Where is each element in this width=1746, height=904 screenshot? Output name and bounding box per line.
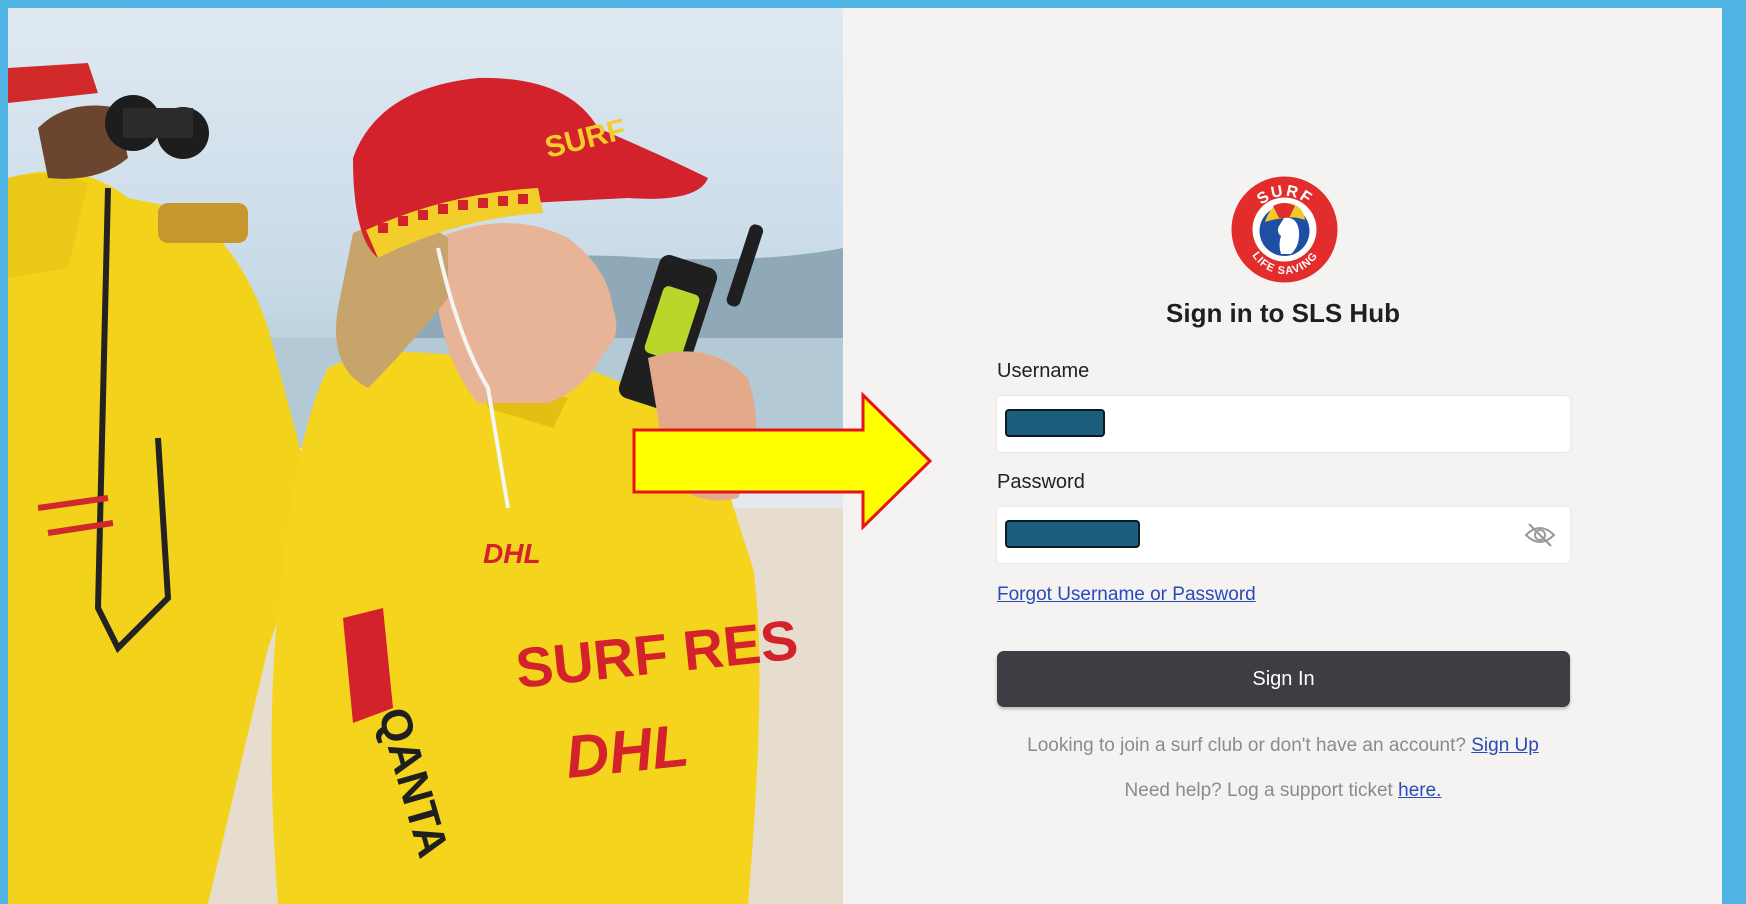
username-label: Username	[997, 360, 1090, 382]
password-label: Password	[997, 471, 1085, 493]
page-title: Sign in to SLS Hub	[1166, 298, 1400, 328]
password-redaction	[1005, 520, 1140, 548]
username-redaction	[1005, 409, 1105, 437]
login-panel	[843, 8, 1722, 904]
help-prompt-text: Need help? Log a support ticket	[1124, 780, 1393, 801]
chest-sponsor-text: DHL	[562, 711, 692, 791]
sign-up-link[interactable]: Sign Up	[1471, 735, 1539, 756]
forgot-credentials-link[interactable]: Forgot Username or Password	[997, 584, 1256, 606]
sign-in-button[interactable]: Sign In	[997, 651, 1570, 707]
join-prompt-text: Looking to join a surf club or don't hav…	[1027, 735, 1466, 756]
username-input[interactable]	[997, 396, 1570, 452]
eye-slash-icon[interactable]	[1524, 521, 1556, 549]
join-prompt: Looking to join a surf club or don't hav…	[940, 735, 1626, 757]
shirt-sponsor-text: DHL	[483, 538, 541, 569]
support-ticket-link[interactable]: here.	[1398, 780, 1441, 801]
annotation-arrow-icon	[632, 392, 933, 530]
help-prompt: Need help? Log a support ticket here.	[940, 780, 1626, 802]
surf-life-saving-logo: SURF LIFE SAVING	[1231, 176, 1338, 283]
password-input[interactable]	[997, 507, 1570, 563]
